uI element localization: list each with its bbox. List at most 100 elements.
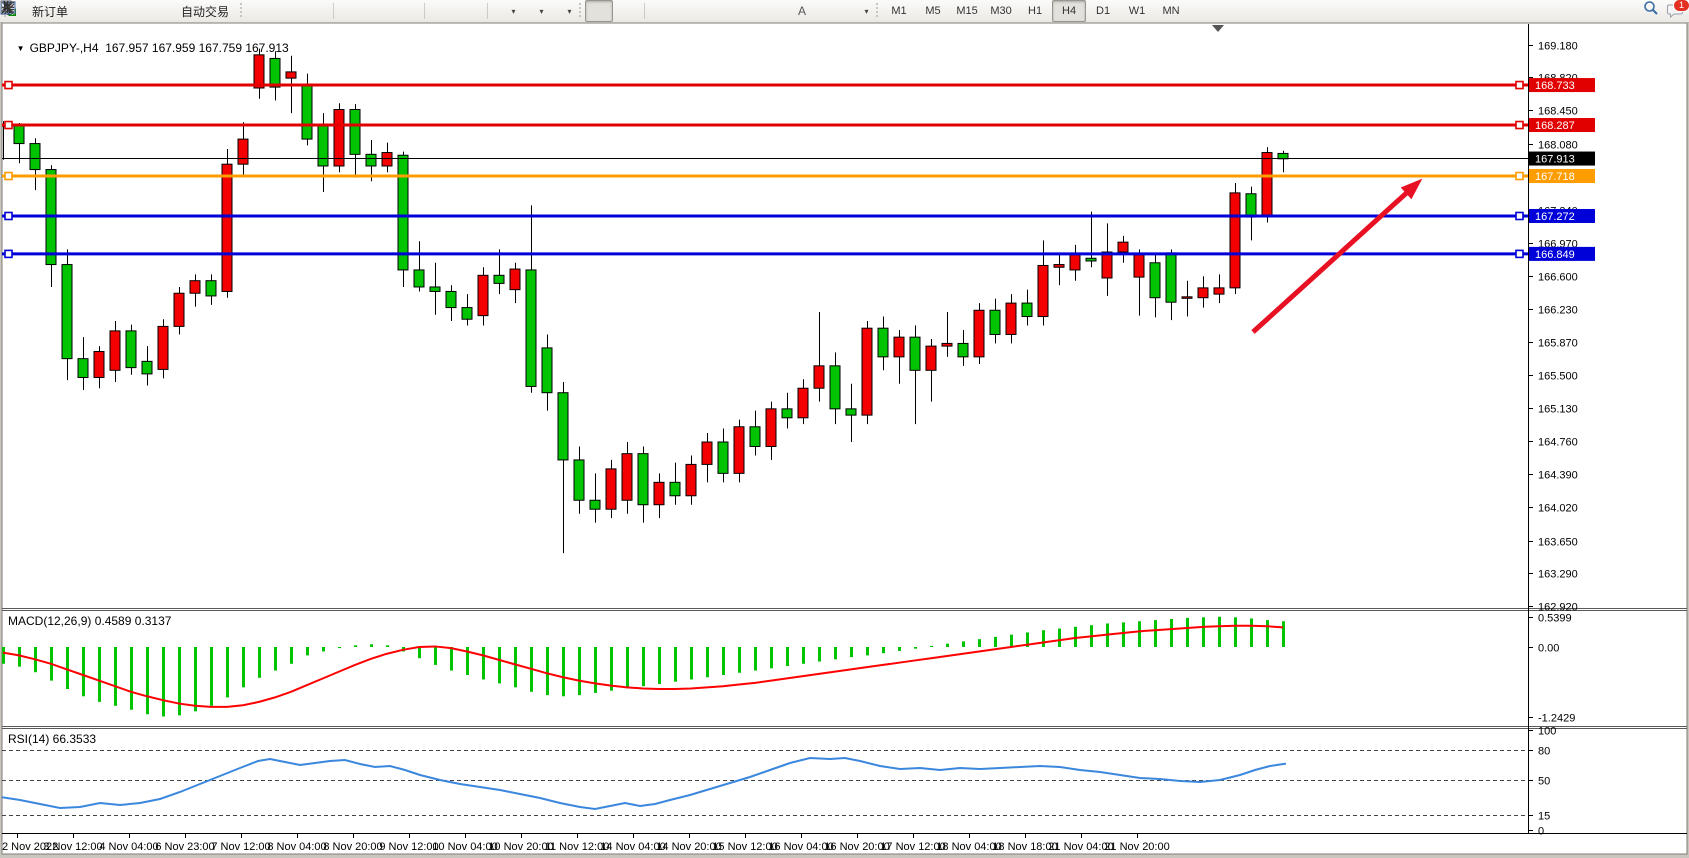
indicator-window-button[interactable] xyxy=(428,0,456,22)
candle-body xyxy=(958,343,968,356)
candle-body xyxy=(142,361,152,374)
trendline-icon xyxy=(710,3,726,19)
line-anchor-handle[interactable] xyxy=(1516,250,1523,257)
candle-body xyxy=(270,58,280,87)
candle-body xyxy=(910,337,920,370)
candle-body xyxy=(686,464,696,495)
candle-body xyxy=(990,310,1000,334)
main-toolbar: 新订单 自动交易 xyxy=(0,0,1689,23)
line-anchor-handle[interactable] xyxy=(5,212,12,219)
line-anchor-handle[interactable] xyxy=(5,173,12,180)
time-axis-label: 7 Nov 12:00 xyxy=(211,841,270,853)
timeframe-h1-button[interactable]: H1 xyxy=(1018,0,1052,22)
macd-axis-tick: 0.5399 xyxy=(1538,613,1572,625)
zoom-out-button[interactable] xyxy=(365,0,393,22)
time-axis-label: 8 Nov 20:00 xyxy=(323,841,382,853)
crosshair-icon xyxy=(619,3,635,19)
bar-chart-button[interactable] xyxy=(246,0,274,22)
period-button[interactable]: ▾ xyxy=(519,0,547,22)
toolbar-drag-handle[interactable] xyxy=(577,3,583,19)
candle-body xyxy=(238,139,248,164)
auto-trading-button[interactable]: 自动交易 xyxy=(159,0,236,22)
text-label-icon: T xyxy=(822,3,838,19)
profiles-button[interactable] xyxy=(75,0,103,22)
tile-windows-button[interactable] xyxy=(393,0,421,22)
new-order-button[interactable]: 新订单 xyxy=(10,0,75,22)
arrows-tool-button[interactable]: ▾ xyxy=(844,0,872,22)
candle-body xyxy=(286,72,296,78)
line-anchor-handle[interactable] xyxy=(5,250,12,257)
cursor-icon xyxy=(591,3,607,19)
chart-symbol-label: GBPJPY-,H4 xyxy=(30,41,99,55)
candle-body xyxy=(862,328,872,415)
tile-windows-icon xyxy=(399,3,415,19)
candle-body xyxy=(1134,255,1144,277)
candle-body xyxy=(830,366,840,409)
candle-body xyxy=(222,164,232,291)
text-label-tool-button[interactable]: T xyxy=(816,0,844,22)
indicator-list-button[interactable] xyxy=(456,0,484,22)
candle-body xyxy=(798,388,808,418)
candle-body xyxy=(382,153,392,166)
macd-axis-tick: -1.2429 xyxy=(1538,713,1575,725)
chart-title: ▼GBPJPY-,H4 167.957 167.959 167.759 167.… xyxy=(10,27,289,55)
indicator-window-green-icon xyxy=(434,3,450,19)
candlestick-chart-button[interactable] xyxy=(274,0,302,22)
timeframe-m15-button[interactable]: M15 xyxy=(950,0,984,22)
chevron-down-icon: ▾ xyxy=(512,7,516,16)
crosshair-tool-button[interactable] xyxy=(613,0,641,22)
vertical-line-tool-button[interactable] xyxy=(648,0,676,22)
candle-body xyxy=(1230,193,1240,288)
text-tool-button[interactable]: A xyxy=(788,0,816,22)
rsi-indicator-label: RSI(14) 66.3533 xyxy=(8,732,96,746)
timeframe-h4-button[interactable]: H4 xyxy=(1052,0,1086,22)
candle-body xyxy=(1182,297,1192,299)
search-icon[interactable] xyxy=(1643,3,1659,19)
line-anchor-handle[interactable] xyxy=(1516,212,1523,219)
candle-body xyxy=(190,281,200,294)
candle-body xyxy=(1150,263,1160,298)
line-anchor-handle[interactable] xyxy=(5,122,12,129)
horizontal-line-tool-button[interactable] xyxy=(676,0,704,22)
candle-body xyxy=(158,326,168,369)
chat-icon[interactable]: 1 xyxy=(1667,3,1683,19)
trendline-tool-button[interactable] xyxy=(704,0,732,22)
line-anchor-handle[interactable] xyxy=(5,82,12,89)
templates-button[interactable]: ▾ xyxy=(547,0,575,22)
zoom-in-button[interactable] xyxy=(337,0,365,22)
market-watch-button[interactable] xyxy=(103,0,131,22)
candle-body xyxy=(1070,255,1080,270)
candle-body xyxy=(638,454,648,505)
candle-body xyxy=(814,366,824,388)
candle-body xyxy=(494,275,504,283)
line-anchor-handle[interactable] xyxy=(1516,122,1523,129)
candle-body xyxy=(558,393,568,460)
signals-button[interactable] xyxy=(131,0,159,22)
line-anchor-handle[interactable] xyxy=(1516,82,1523,89)
timeframe-m5-button[interactable]: M5 xyxy=(916,0,950,22)
line-chart-button[interactable] xyxy=(302,0,330,22)
line-anchor-handle[interactable] xyxy=(1516,173,1523,180)
chart-canvas[interactable]: 169.180168.820168.450168.080167.710167.3… xyxy=(0,0,1689,858)
fibonacci-tool-button[interactable]: F xyxy=(760,0,788,22)
candle-body xyxy=(126,331,136,368)
new-chart-button[interactable]: ▾ xyxy=(491,0,519,22)
fibonacci-icon: F xyxy=(766,3,782,19)
toolbar-drag-handle[interactable] xyxy=(238,3,244,19)
timeframe-m1-button[interactable]: M1 xyxy=(882,0,916,22)
vertical-line-icon xyxy=(654,3,670,19)
channel-tool-button[interactable]: E xyxy=(732,0,760,22)
timeframe-d1-button[interactable]: D1 xyxy=(1086,0,1120,22)
toolbar-drag-handle[interactable] xyxy=(874,3,880,19)
horizontal-line-icon xyxy=(682,3,698,19)
timeframe-m30-button[interactable]: M30 xyxy=(984,0,1018,22)
candle-body xyxy=(590,500,600,509)
timeframe-mn-button[interactable]: MN xyxy=(1154,0,1188,22)
price-axis-tick: 165.130 xyxy=(1538,404,1578,416)
price-axis-tick: 168.080 xyxy=(1538,140,1578,152)
collapse-triangle-icon[interactable]: ▼ xyxy=(17,44,25,53)
rsi-axis-tick: 80 xyxy=(1538,746,1550,758)
cursor-tool-button[interactable] xyxy=(585,0,613,22)
timeframe-w1-button[interactable]: W1 xyxy=(1120,0,1154,22)
candle-body xyxy=(926,346,936,370)
